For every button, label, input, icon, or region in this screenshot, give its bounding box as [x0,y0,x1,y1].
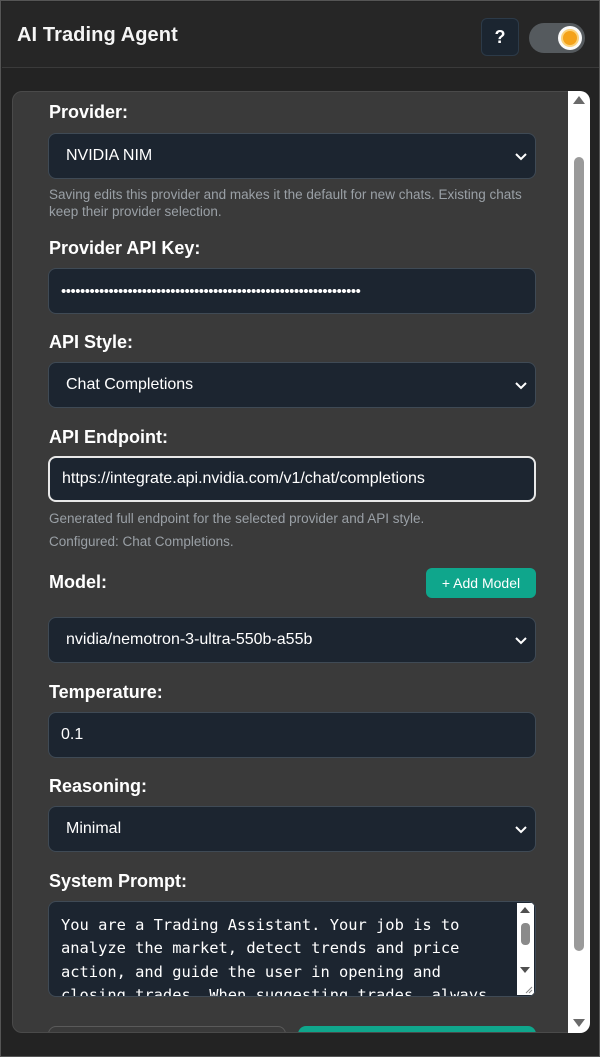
model-select-value: nvidia/nemotron-3-ultra-550b-a55b [66,631,313,648]
api-key-input[interactable]: ••••••••••••••••••••••••••••••••••••••••… [48,268,536,314]
temperature-input[interactable]: 0.1 [48,712,536,758]
model-select[interactable]: nvidia/nemotron-3-ultra-550b-a55b [48,617,536,663]
api-endpoint-hint: Generated full endpoint for the selected… [49,511,425,526]
scroll-thumb[interactable] [521,923,530,945]
secondary-action-button[interactable] [48,1026,286,1032]
chevron-down-icon [515,826,527,834]
system-prompt-label: System Prompt: [49,871,188,891]
chevron-down-icon [515,153,527,161]
top-bar: AI Trading Agent ? [2,2,599,68]
reasoning-label: Reasoning: [49,776,148,796]
provider-label: Provider: [49,102,129,122]
scroll-down-icon[interactable] [573,1019,585,1027]
help-icon: ? [494,26,506,47]
resize-grip-icon[interactable] [523,984,533,994]
settings-panel: Provider: NVIDIA NIM Saving edits this p… [12,91,590,1033]
api-endpoint-input[interactable]: https://integrate.api.nvidia.com/v1/chat… [48,456,536,502]
temperature-value: 0.1 [61,726,84,743]
temperature-label: Temperature: [49,682,163,702]
chevron-down-icon [515,637,527,645]
api-style-select[interactable]: Chat Completions [48,362,536,408]
settings-scroll-content: Provider: NVIDIA NIM Saving edits this p… [13,92,568,1032]
scroll-up-icon[interactable] [520,907,530,913]
model-label: Model: [49,572,107,592]
api-endpoint-configured: Configured: Chat Completions. [49,534,234,549]
system-prompt-scrollbar[interactable] [517,903,534,995]
scroll-up-icon[interactable] [573,96,585,104]
sun-icon [563,31,577,45]
scroll-thumb[interactable] [574,157,584,951]
reasoning-select[interactable]: Minimal [48,806,536,852]
api-key-value: ••••••••••••••••••••••••••••••••••••••••… [61,282,361,300]
provider-select[interactable]: NVIDIA NIM [48,133,536,179]
api-style-label: API Style: [49,332,134,352]
theme-toggle[interactable] [529,23,585,53]
chevron-down-icon [515,382,527,390]
panel-scrollbar[interactable] [568,91,590,1033]
help-button[interactable]: ? [481,18,519,56]
theme-toggle-knob [558,26,582,50]
primary-action-button[interactable] [298,1026,536,1032]
api-style-select-value: Chat Completions [66,376,194,393]
system-prompt-value: You are a Trading Assistant. Your job is… [61,916,488,997]
provider-select-value: NVIDIA NIM [66,147,153,164]
app-window: AI Trading Agent ? Provider: NVIDIA NIM … [0,0,600,1057]
app-title: AI Trading Agent [17,24,178,46]
scroll-down-icon[interactable] [520,967,530,973]
system-prompt-textarea[interactable]: You are a Trading Assistant. Your job is… [48,901,536,997]
api-key-label: Provider API Key: [49,238,201,258]
reasoning-select-value: Minimal [66,820,122,837]
provider-hint: Saving edits this provider and makes it … [49,187,522,219]
add-model-button[interactable]: + Add Model [426,568,536,598]
api-endpoint-label: API Endpoint: [49,427,168,447]
api-endpoint-value: https://integrate.api.nvidia.com/v1/chat… [62,470,425,487]
